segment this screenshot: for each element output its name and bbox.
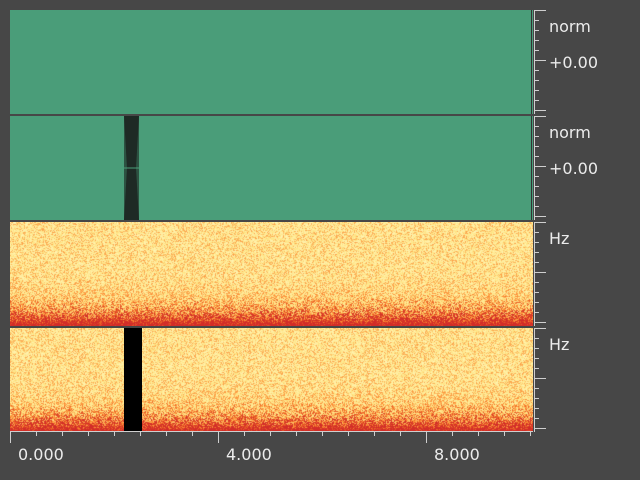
ruler-tick xyxy=(534,358,539,359)
unit-label-2: norm xyxy=(549,123,591,142)
time-minor-tick xyxy=(296,431,297,436)
ruler-tick xyxy=(534,30,539,31)
spectrogram-image xyxy=(10,328,533,432)
time-minor-tick xyxy=(530,431,531,436)
spectrogram-track-1[interactable] xyxy=(10,222,533,326)
ruler-tick xyxy=(534,166,546,167)
ruler-tick xyxy=(534,378,546,379)
unit-label-4: Hz xyxy=(549,335,570,354)
time-label: 4.000 xyxy=(226,445,272,464)
frequency-ruler-2 xyxy=(533,328,547,432)
time-minor-tick xyxy=(374,431,375,436)
time-minor-tick xyxy=(244,431,245,436)
ruler-tick xyxy=(534,216,546,217)
ruler-tick xyxy=(534,292,539,293)
time-minor-tick xyxy=(192,431,193,436)
ruler-tick xyxy=(534,80,539,81)
ruler-tick xyxy=(534,348,539,349)
time-minor-tick xyxy=(218,431,219,443)
ruler-tick xyxy=(534,272,546,273)
spectrogram-image xyxy=(10,222,533,326)
ruler-tick xyxy=(534,40,539,41)
time-label: 8.000 xyxy=(434,445,480,464)
waveform-track-2[interactable] xyxy=(10,116,533,220)
time-minor-tick xyxy=(504,431,505,436)
time-minor-tick xyxy=(140,431,141,436)
audio-editor: norm +0.00 norm +0.00 Hz Hz 0.000 4.000 … xyxy=(0,0,640,480)
ruler-tick xyxy=(534,232,539,233)
silence-gap xyxy=(124,328,142,432)
ruler-tick xyxy=(534,222,546,223)
ruler-tick xyxy=(534,90,539,91)
unit-label-3: Hz xyxy=(549,229,570,248)
ruler-tick xyxy=(534,50,539,51)
ruler-tick xyxy=(534,126,539,127)
ruler-tick xyxy=(534,156,539,157)
ruler-tick xyxy=(534,312,539,313)
time-minor-tick xyxy=(322,431,323,436)
ruler-tick xyxy=(534,196,539,197)
time-minor-tick xyxy=(426,431,427,443)
silence-gap xyxy=(124,116,139,220)
ruler-tick xyxy=(534,388,539,389)
time-minor-tick xyxy=(270,431,271,436)
time-minor-tick xyxy=(348,431,349,436)
ruler-tick xyxy=(534,252,539,253)
ruler-tick xyxy=(534,70,539,71)
unit-label-1: norm xyxy=(549,17,591,36)
value-label-1: +0.00 xyxy=(549,53,599,72)
track-end-line xyxy=(531,10,532,114)
time-minor-tick xyxy=(400,431,401,436)
ruler-tick xyxy=(534,100,539,101)
ruler-tick xyxy=(534,418,539,419)
amplitude-ruler-1 xyxy=(533,10,547,114)
ruler-tick xyxy=(534,328,546,329)
ruler-tick xyxy=(534,176,539,177)
ruler-tick xyxy=(534,398,539,399)
track-end-line xyxy=(531,116,532,220)
ruler-tick xyxy=(534,206,539,207)
spectrogram-track-2[interactable] xyxy=(10,328,533,432)
ruler-tick xyxy=(534,302,539,303)
ruler-tick xyxy=(534,242,539,243)
time-minor-tick xyxy=(478,431,479,436)
time-label: 0.000 xyxy=(18,445,64,464)
time-minor-tick xyxy=(166,431,167,436)
time-minor-tick xyxy=(452,431,453,436)
ruler-tick xyxy=(534,368,539,369)
time-minor-tick xyxy=(88,431,89,436)
ruler-tick xyxy=(534,20,539,21)
time-minor-tick xyxy=(36,431,37,436)
time-minor-tick xyxy=(10,431,11,443)
time-minor-tick xyxy=(62,431,63,436)
value-label-2: +0.00 xyxy=(549,159,599,178)
ruler-tick xyxy=(534,110,546,111)
ruler-tick xyxy=(534,408,539,409)
ruler-tick xyxy=(534,60,546,61)
time-ruler[interactable]: 0.000 4.000 8.000 xyxy=(10,431,533,471)
ruler-tick xyxy=(534,428,546,429)
ruler-tick xyxy=(534,186,539,187)
ruler-tick xyxy=(534,10,546,11)
amplitude-ruler-2 xyxy=(533,116,547,220)
frequency-ruler-1 xyxy=(533,222,547,326)
ruler-tick xyxy=(534,262,539,263)
time-minor-tick xyxy=(114,431,115,436)
ruler-tick xyxy=(534,282,539,283)
ruler-tick xyxy=(534,338,539,339)
ruler-tick xyxy=(534,136,539,137)
waveform-track-1[interactable] xyxy=(10,10,533,114)
ruler-tick xyxy=(534,146,539,147)
ruler-tick xyxy=(534,322,546,323)
ruler-tick xyxy=(534,116,546,117)
